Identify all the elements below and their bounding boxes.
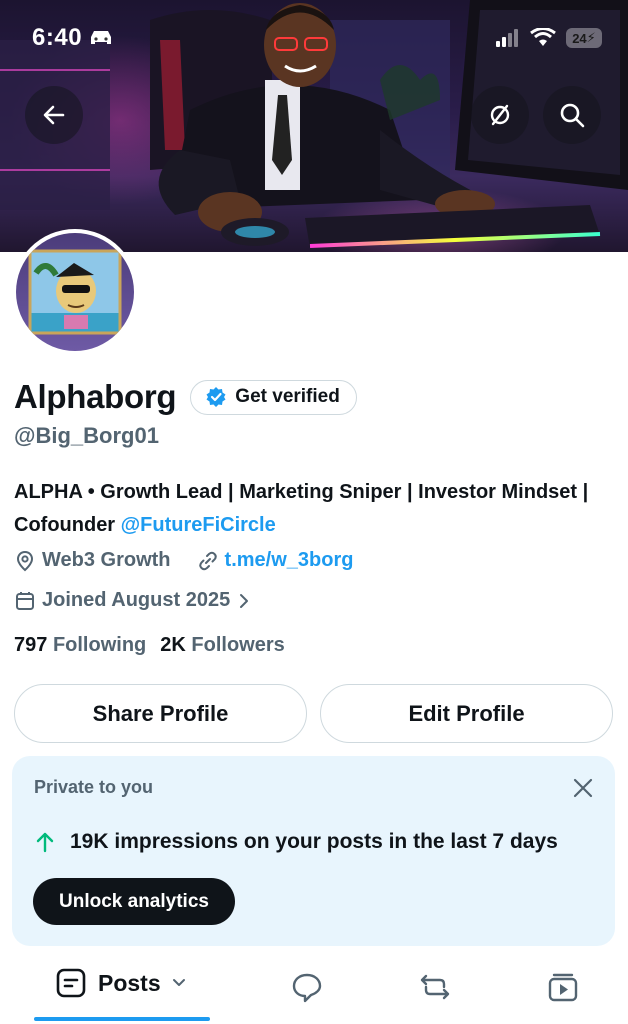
status-time: 6:40 bbox=[32, 24, 114, 52]
signal-icon bbox=[496, 29, 518, 47]
bio-mention-link[interactable]: @FutureFiCircle bbox=[121, 514, 276, 536]
arrow-left-icon bbox=[43, 105, 65, 125]
following-label: Following bbox=[52, 634, 147, 656]
profile-banner[interactable]: 6:40 24 ⚡ bbox=[0, 0, 628, 252]
unlock-analytics-button[interactable]: Unlock analytics bbox=[33, 878, 235, 925]
battery-indicator: 24 ⚡ bbox=[566, 28, 602, 48]
impressions-text: 19K impressions on your posts in the las… bbox=[70, 830, 558, 853]
reply-bubble-icon bbox=[292, 973, 322, 1003]
followers-label: Followers bbox=[191, 634, 285, 656]
arrow-up-icon bbox=[36, 832, 54, 853]
analytics-card: Private to you 19K impressions on your p… bbox=[12, 756, 615, 946]
car-icon bbox=[91, 31, 112, 44]
posts-icon bbox=[56, 968, 86, 998]
tab-media[interactable] bbox=[546, 970, 580, 1004]
chevron-down-icon bbox=[172, 979, 185, 986]
status-indicators: 24 ⚡ bbox=[496, 28, 602, 48]
location-text: Web3 Growth bbox=[42, 549, 171, 571]
bio-text: ALPHA • Growth Lead | Marketing Sniper |… bbox=[14, 481, 589, 536]
joined-text: Joined August 2025 bbox=[42, 589, 231, 611]
joined-row[interactable]: Joined August 2025 bbox=[14, 589, 252, 612]
search-button[interactable] bbox=[543, 86, 601, 144]
wifi-icon bbox=[530, 28, 556, 46]
calendar-icon bbox=[16, 591, 34, 610]
eye-slash-icon bbox=[490, 104, 510, 126]
active-tab-indicator bbox=[34, 1017, 210, 1021]
edit-profile-button[interactable]: Edit Profile bbox=[320, 684, 613, 743]
close-card-button[interactable] bbox=[569, 774, 597, 802]
link-icon bbox=[198, 551, 217, 570]
followers-link[interactable]: 2K Followers bbox=[160, 634, 285, 657]
hide-banner-button[interactable] bbox=[471, 86, 529, 144]
private-label: Private to you bbox=[34, 777, 154, 797]
location-pin-icon bbox=[16, 550, 34, 571]
user-handle: @Big_Borg01 bbox=[14, 423, 159, 448]
follow-counts: 797 Following 2K Followers bbox=[14, 634, 285, 657]
avatar-image bbox=[16, 233, 134, 351]
video-media-icon bbox=[548, 973, 578, 1002]
share-profile-button[interactable]: Share Profile bbox=[14, 684, 307, 743]
following-count: 797 bbox=[14, 634, 48, 656]
close-icon bbox=[573, 778, 593, 798]
tab-posts-label: Posts bbox=[98, 969, 161, 996]
name-row: Alphaborg Get verified bbox=[14, 378, 357, 416]
chevron-right-icon bbox=[240, 593, 249, 608]
status-bar: 6:40 24 ⚡ bbox=[32, 22, 602, 54]
charging-bolt-icon: ⚡ bbox=[586, 30, 596, 45]
display-name: Alphaborg bbox=[14, 378, 177, 415]
get-verified-button[interactable]: Get verified bbox=[190, 379, 357, 415]
followers-count: 2K bbox=[160, 634, 186, 656]
time-text: 6:40 bbox=[32, 24, 83, 51]
tab-posts[interactable]: Posts bbox=[54, 966, 187, 1000]
profile-tabs: Posts bbox=[0, 958, 628, 1024]
get-verified-label: Get verified bbox=[235, 386, 340, 407]
tab-reposts[interactable] bbox=[418, 970, 452, 1004]
avatar[interactable] bbox=[12, 229, 138, 355]
verified-badge-icon bbox=[206, 387, 226, 407]
back-button[interactable] bbox=[25, 86, 83, 144]
bio: ALPHA • Growth Lead | Marketing Sniper |… bbox=[14, 476, 614, 542]
tab-replies[interactable] bbox=[290, 970, 324, 1004]
search-icon bbox=[560, 103, 585, 128]
avatar-illustration bbox=[28, 249, 122, 335]
repost-icon bbox=[420, 974, 450, 1000]
profile-meta-row: Web3 Growth t.me/w_3borg bbox=[14, 549, 353, 572]
website-link[interactable]: t.me/w_3borg bbox=[225, 549, 354, 572]
impressions-row: 19K impressions on your posts in the las… bbox=[34, 830, 558, 854]
following-link[interactable]: 797 Following bbox=[14, 634, 146, 657]
battery-level: 24 bbox=[572, 30, 587, 46]
